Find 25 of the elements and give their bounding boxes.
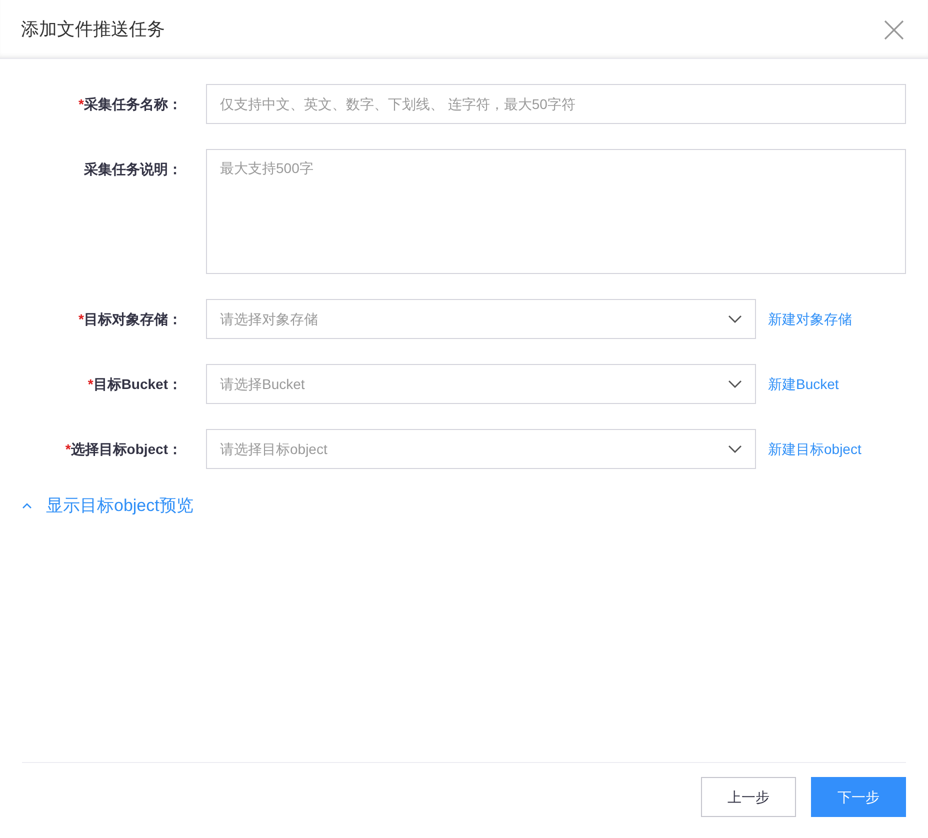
field-label: *选择目标object： — [64, 440, 183, 459]
dialog-title: 添加文件推送任务 — [21, 18, 165, 40]
field-label: *目标对象存储： — [78, 310, 183, 329]
text-area[interactable]: 最大支持500字 — [206, 149, 906, 274]
create-link[interactable]: 新建Bucket — [768, 364, 839, 404]
select-placeholder: 请选择对象存储 — [220, 310, 318, 328]
back-button[interactable]: 上一步 — [701, 777, 796, 817]
create-link[interactable]: 新建对象存储 — [768, 299, 852, 339]
select-field[interactable]: 请选择对象存储 — [206, 299, 756, 339]
chevron-up-icon — [22, 503, 32, 509]
select-field[interactable]: 请选择目标object — [206, 429, 756, 469]
select-field[interactable]: 请选择Bucket — [206, 364, 756, 404]
preview-toggle[interactable]: 显示目标object预览 — [0, 493, 194, 519]
close-icon[interactable] — [884, 20, 904, 40]
chevron-down-icon — [728, 315, 742, 323]
field-label: *目标Bucket： — [86, 375, 183, 394]
select-placeholder: 请选择目标object — [220, 440, 328, 459]
select-placeholder: 请选择Bucket — [220, 374, 305, 394]
chevron-down-icon — [728, 445, 742, 453]
next-button[interactable]: 下一步 — [811, 777, 906, 817]
chevron-down-icon — [728, 380, 742, 388]
create-link[interactable]: 新建目标object — [768, 429, 862, 469]
field-label: *采集任务名称： — [78, 95, 183, 114]
input-field[interactable]: 仅支持中文、英文、数字、下划线、 连字符，最大50字符 — [206, 84, 906, 124]
field-label: 采集任务说明： — [83, 160, 183, 179]
